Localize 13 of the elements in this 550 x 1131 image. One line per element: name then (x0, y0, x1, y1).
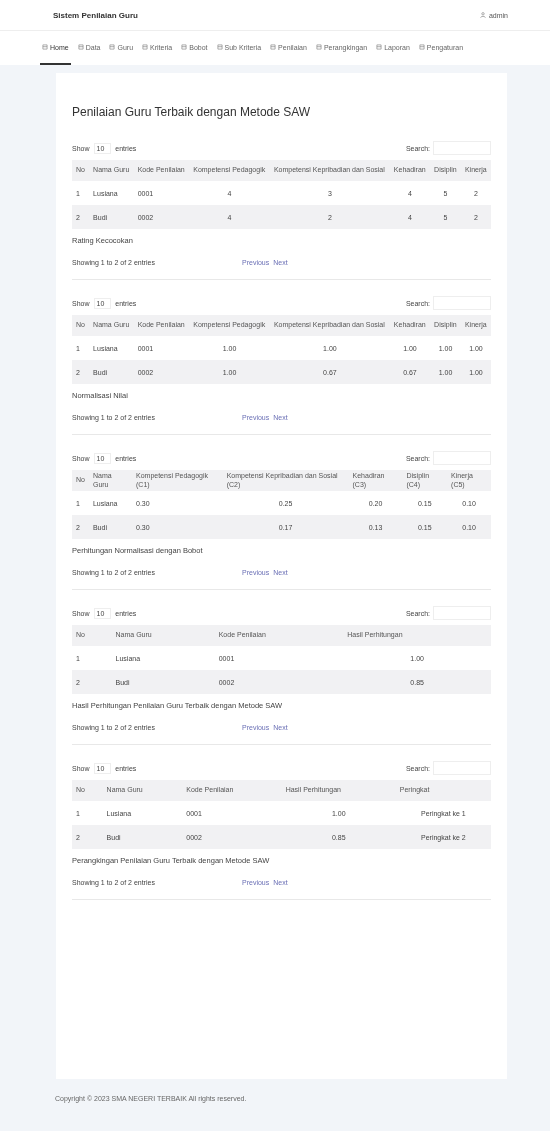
menu-item-icon (42, 44, 48, 50)
menu-item-icon (418, 44, 425, 50)
user-icon (479, 12, 486, 18)
menu-item-icon (109, 44, 116, 50)
menu-item-icon (376, 44, 383, 50)
app-title: Sistem Penilaian Guru (53, 10, 138, 20)
menu-item-icon (77, 44, 84, 50)
menu-item-icon (181, 44, 188, 50)
page-title: Penilaian Guru Terbaik dengan Metode SAW (72, 105, 312, 119)
menu-item-icon (315, 44, 322, 50)
menu-item-icon (270, 44, 277, 50)
menu-item-icon (142, 44, 149, 50)
menu-item-icon (216, 44, 223, 50)
